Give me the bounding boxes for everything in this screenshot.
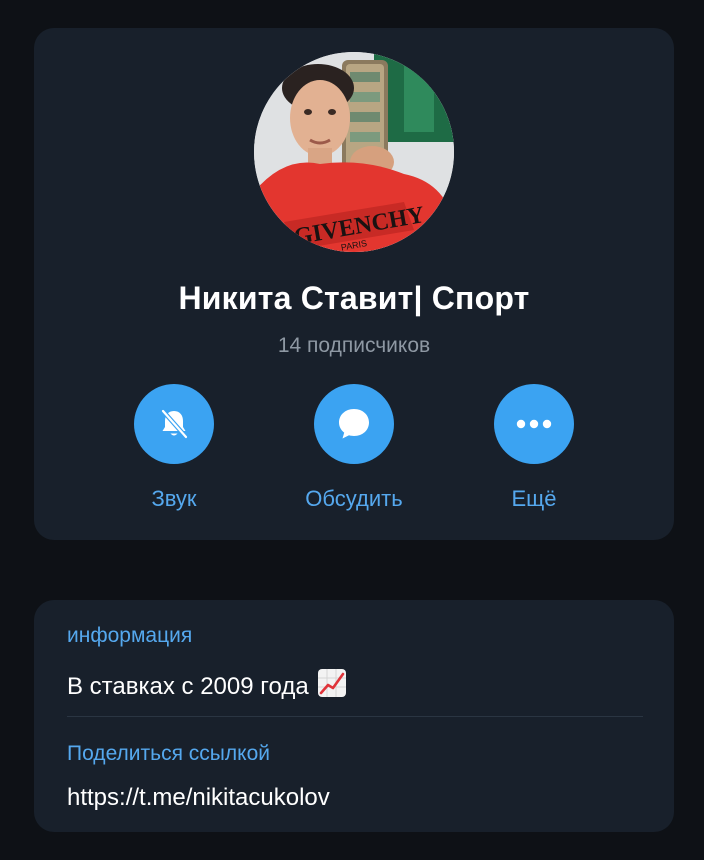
chat-bubble-icon: [339, 409, 369, 439]
profile-card: GIVENCHY PARIS Никита Ставит| Спорт 14 п…: [34, 28, 674, 540]
about-label: информация: [67, 624, 193, 647]
more-button-label: Ещё: [511, 486, 557, 511]
share-link-label: Поделиться ссылкой: [67, 742, 270, 765]
about-text[interactable]: В ставках с 2009 года: [67, 668, 347, 705]
about-text-content: В ставках с 2009 года: [67, 673, 309, 700]
channel-info-page: GIVENCHY PARIS Никита Ставит| Спорт 14 п…: [0, 0, 704, 860]
chart-increasing-icon: [317, 668, 347, 705]
bell-muted-icon: [160, 408, 189, 440]
more-button-circle[interactable]: [494, 384, 574, 464]
info-card: информация В ставках с 2009 года Поделит…: [34, 600, 674, 832]
more-button[interactable]: Ещё: [444, 384, 624, 512]
discuss-button-label: Обсудить: [305, 486, 403, 511]
discuss-button[interactable]: Обсудить: [264, 384, 444, 512]
sound-button[interactable]: Звук: [84, 384, 264, 512]
subscriber-count: 14 подписчиков: [277, 334, 431, 357]
discuss-button-circle[interactable]: [314, 384, 394, 464]
info-divider: [67, 716, 643, 717]
avatar[interactable]: GIVENCHY PARIS: [254, 52, 454, 252]
sound-button-label: Звук: [151, 486, 197, 511]
more-dots-icon: [516, 419, 552, 429]
avatar-image: GIVENCHY PARIS: [254, 52, 454, 252]
sound-button-circle[interactable]: [134, 384, 214, 464]
share-link-value[interactable]: https://t.me/nikitacukolov: [67, 784, 330, 812]
channel-title: Никита Ставит| Спорт: [178, 280, 530, 316]
